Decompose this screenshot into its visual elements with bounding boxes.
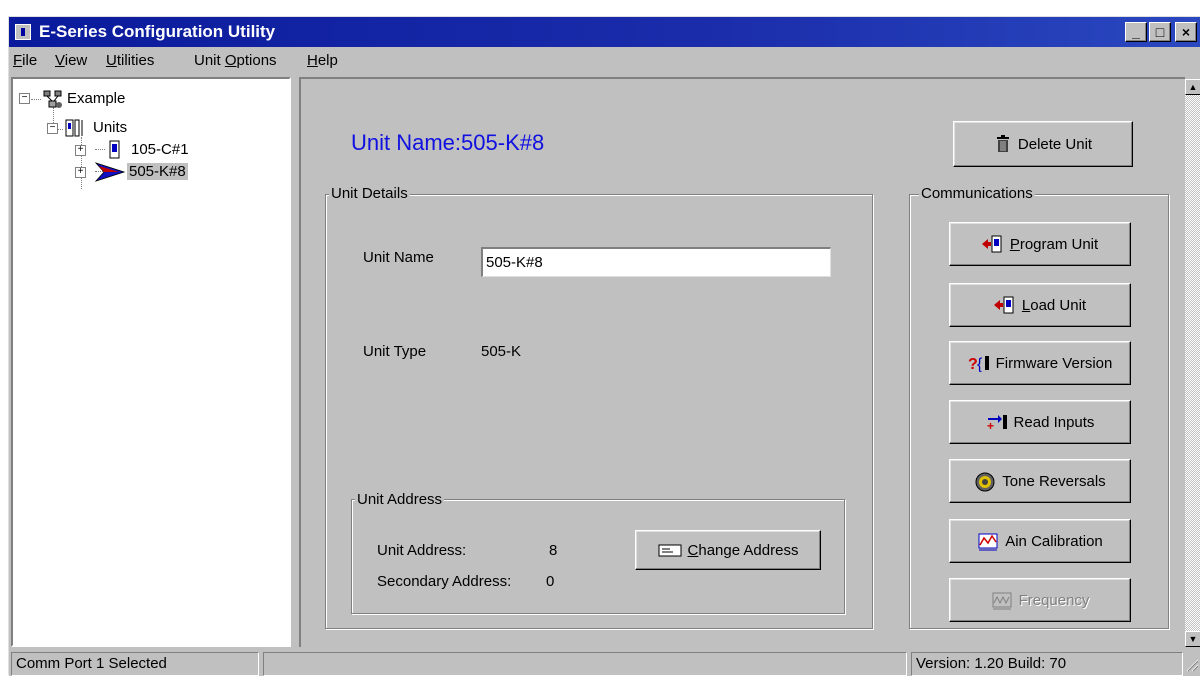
- unit-name-label: Unit Name: [363, 249, 434, 266]
- unit-name-field[interactable]: [481, 247, 831, 277]
- tone-icon: [974, 472, 996, 492]
- read-inputs-label: Read Inputs: [1013, 413, 1095, 431]
- app-icon[interactable]: [15, 24, 31, 40]
- menu-help[interactable]: Help: [307, 52, 338, 69]
- ain-calibration-button[interactable]: Ain Calibration: [949, 519, 1131, 563]
- program-unit-label: Program Unit: [1009, 235, 1099, 253]
- scroll-up-icon: ▲: [1188, 82, 1198, 92]
- panel-splitter[interactable]: [291, 77, 299, 647]
- load-unit-icon: [993, 296, 1016, 314]
- frequency-button[interactable]: Frequency: [949, 578, 1131, 622]
- trash-icon: [994, 135, 1012, 153]
- resize-grip-icon[interactable]: [1185, 658, 1199, 672]
- status-middle: [263, 652, 907, 676]
- svg-text:{: {: [977, 356, 983, 372]
- unit-name-heading: Unit Name:505-K#8: [351, 130, 545, 155]
- status-bar: Comm Port 1 Selected Version: 1.20 Build…: [9, 650, 1200, 676]
- change-address-button[interactable]: Change Address: [635, 530, 821, 570]
- delete-unit-button[interactable]: Delete Unit: [953, 121, 1133, 167]
- firmware-version-button[interactable]: ? { Firmware Version: [949, 341, 1131, 385]
- load-unit-label: Load Unit: [1021, 296, 1087, 314]
- unit-address-group-label: Unit Address: [355, 491, 445, 508]
- read-inputs-icon: +: [986, 413, 1008, 433]
- frequency-icon: [991, 591, 1013, 610]
- unit-address-label: Unit Address:: [377, 542, 467, 559]
- minimize-button[interactable]: _: [1125, 22, 1147, 42]
- maximize-icon: □: [1155, 24, 1165, 40]
- tree-node-units[interactable]: Units: [93, 119, 127, 136]
- unit-details-group-label: Unit Details: [329, 185, 410, 202]
- tree-collapse-units[interactable]: −: [47, 123, 58, 134]
- menu-view[interactable]: View: [55, 52, 87, 69]
- scroll-up-button[interactable]: ▲: [1185, 79, 1200, 95]
- scroll-down-icon: ▼: [1188, 634, 1198, 644]
- menu-file[interactable]: File: [13, 52, 37, 69]
- address-card-icon: [658, 541, 682, 559]
- frequency-label: Frequency: [1018, 591, 1090, 609]
- arrow-icon: [94, 161, 126, 183]
- tree-node-505-k8[interactable]: 505-K#8: [127, 163, 188, 180]
- status-version: Version: 1.20 Build: 70: [911, 652, 1183, 676]
- vertical-scrollbar[interactable]: ▲ ▼: [1185, 79, 1200, 647]
- window-title: E-Series Configuration Utility: [39, 22, 276, 41]
- tone-reversals-label: Tone Reversals: [1002, 472, 1106, 490]
- calibration-icon: [977, 532, 999, 551]
- firmware-version-label: Firmware Version: [995, 354, 1113, 372]
- title-bar[interactable]: E-Series Configuration Utility _ □ ×: [9, 17, 1200, 47]
- minimize-icon: _: [1132, 24, 1140, 40]
- maximize-button[interactable]: □: [1149, 22, 1171, 42]
- network-icon: [43, 89, 63, 109]
- tree-node-example[interactable]: Example: [67, 90, 125, 107]
- program-unit-icon: [981, 235, 1004, 253]
- unit-type-value: 505-K: [481, 343, 522, 360]
- menu-bar: File View Utilities Unit Options Help: [9, 47, 1200, 75]
- tree-collapse-root[interactable]: −: [19, 93, 30, 104]
- tree-expand-105-c1[interactable]: +: [75, 145, 86, 156]
- tree-node-105-c1[interactable]: 105-C#1: [131, 141, 189, 158]
- secondary-address-value: 0: [546, 573, 555, 590]
- svg-text:+: +: [987, 419, 994, 431]
- menu-unit-options[interactable]: Unit Options: [194, 52, 277, 69]
- secondary-address-label: Secondary Address:: [377, 573, 512, 590]
- close-icon: ×: [1181, 24, 1191, 40]
- unit-type-label: Unit Type: [363, 343, 427, 360]
- app-window: E-Series Configuration Utility _ □ × Fil…: [8, 16, 1200, 676]
- device-icon: [105, 140, 125, 160]
- load-unit-button[interactable]: Load Unit: [949, 283, 1131, 327]
- ain-calibration-label: Ain Calibration: [1005, 532, 1103, 550]
- close-button[interactable]: ×: [1175, 22, 1197, 42]
- unit-tree[interactable]: − Example − Units + 105-C#1 + 505-K#8: [11, 77, 291, 647]
- unit-address-value: 8: [549, 542, 558, 559]
- read-inputs-button[interactable]: + Read Inputs: [949, 400, 1131, 444]
- scroll-down-button[interactable]: ▼: [1185, 631, 1200, 647]
- change-address-label: Change Address: [687, 541, 799, 559]
- tree-expand-505-k8[interactable]: +: [75, 167, 86, 178]
- firmware-icon: ? {: [968, 354, 990, 373]
- program-unit-button[interactable]: Program Unit: [949, 222, 1131, 266]
- menu-utilities[interactable]: Utilities: [106, 52, 154, 69]
- communications-group-label: Communications: [919, 185, 1035, 202]
- delete-unit-label: Delete Unit: [1017, 135, 1093, 153]
- status-comm-port: Comm Port 1 Selected: [11, 652, 259, 676]
- units-folder-icon: [65, 117, 87, 139]
- tone-reversals-button[interactable]: Tone Reversals: [949, 459, 1131, 503]
